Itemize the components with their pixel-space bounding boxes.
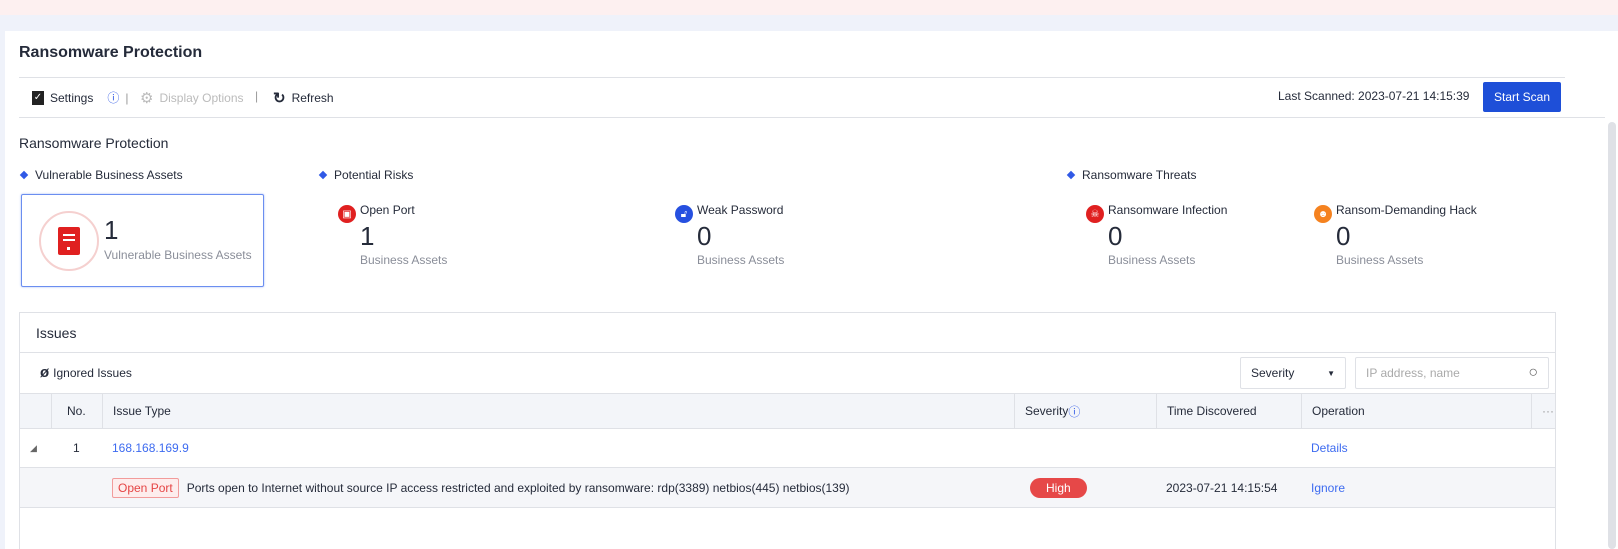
stat-label: Weak Password [697,203,784,217]
row-no: 1 [73,441,80,455]
issues-panel: Issues ø Ignored Issues Severity ▼ IP add… [19,312,1556,549]
expand-col [20,394,51,428]
stat-count: 0 [1336,221,1351,251]
caret-down-icon: ▼ [1327,368,1335,378]
scrollbar[interactable] [1608,122,1616,549]
refresh-icon: ↻ [273,90,286,107]
skull-icon: ☠ [1086,205,1104,223]
details-link[interactable]: Details [1311,441,1348,455]
settings-label: Settings [50,90,94,105]
issue-description: Ports open to Internet without source IP… [186,480,850,495]
start-scan-button[interactable]: Start Scan [1483,82,1561,112]
stat-label: Ransomware Infection [1108,203,1228,217]
settings-button[interactable]: ✓ Settings ⓘ | [32,89,129,106]
diamond-icon [19,170,29,180]
stat-unit: Business Assets [697,253,785,267]
potential-risks-heading: Potential Risks [318,168,414,182]
stat-unit: Business Assets [1108,253,1196,267]
search-icon[interactable]: ○ [1528,364,1538,382]
select-value: Severity [1251,366,1295,380]
ip-link[interactable]: 168.168.169.9 [112,441,189,455]
table-row-child: Open Port Ports open to Internet without … [20,468,1555,508]
settings-icon: ✓ [32,90,44,105]
more-icon[interactable]: ··· [1531,394,1557,428]
stat-count: 0 [697,221,712,251]
table-row: ◢ 1 168.168.169.9 Details [20,429,1555,468]
stat-count: 1 [360,221,375,251]
col-no: No. [51,394,102,428]
divider [19,77,1565,78]
divider [20,352,1555,353]
col-issue-type: Issue Type [102,394,1014,428]
asset-icon-circle [39,211,99,271]
last-scanned: Last Scanned: 2023-07-21 14:15:39 [1278,89,1470,103]
col-severity[interactable]: Severity ⓘ [1014,394,1156,428]
heading-label: Ransomware Threats [1082,168,1197,182]
stat-unit: Business Assets [360,253,448,267]
col-time: Time Discovered [1156,394,1301,428]
gear-icon: ⚙ [140,90,154,107]
ignore-link[interactable]: Ignore [1311,481,1345,495]
severity-badge: High [1030,477,1087,498]
open-port-icon: ▣ [338,205,356,223]
heading-label: Potential Risks [334,168,414,182]
search-input[interactable]: IP address, name ○ [1355,357,1549,389]
refresh-label: Refresh [291,91,334,105]
refresh-button[interactable]: ↻ Refresh [273,89,334,107]
collapse-icon[interactable]: ◢ [20,429,51,467]
vulnerable-heading: Vulnerable Business Assets [19,168,183,182]
section-title: Ransomware Protection [19,135,169,151]
page-title: Ransomware Protection [19,44,203,61]
display-options-button[interactable]: ⚙ Display Options [140,89,244,107]
stat-count: 0 [1108,221,1123,251]
vulnerable-assets-card[interactable]: 1 Vulnerable Business Assets [21,194,264,287]
stat-label: Open Port [360,203,415,217]
display-options-label: Display Options [159,91,244,105]
eye-off-icon: ø [40,364,50,381]
hacker-icon: ☻ [1314,205,1332,223]
threats-heading: Ransomware Threats [1066,168,1197,182]
stat-label: Ransom-Demanding Hack [1336,203,1477,217]
vulnerable-count: 1 [104,215,119,245]
search-placeholder: IP address, name [1366,366,1460,380]
divider [19,117,1605,118]
ignored-label: Ignored Issues [53,365,132,380]
issues-title: Issues [36,325,77,341]
divider-bar: | [255,89,259,103]
stat-unit: Business Assets [1336,253,1424,267]
table-header: No. Issue Type Severity ⓘ Time Discovered… [20,393,1555,429]
heading-label: Vulnerable Business Assets [35,168,183,182]
issue-tag: Open Port [112,477,179,498]
diamond-icon [1066,170,1076,180]
time-discovered: 2023-07-21 14:15:54 [1166,480,1278,495]
info-icon[interactable]: ⓘ [1068,403,1080,420]
unlock-icon: 🔓︎ [675,205,693,223]
severity-select[interactable]: Severity ▼ [1240,357,1346,389]
col-operation: Operation [1301,394,1531,428]
diamond-icon [318,170,328,180]
info-icon[interactable]: ⓘ [107,89,119,106]
ignored-issues-button[interactable]: ø Ignored Issues [40,364,132,381]
alert-banner [0,0,1618,15]
severity-label: Severity [1025,404,1069,418]
vulnerable-label: Vulnerable Business Assets [104,248,252,262]
document-icon [58,227,80,255]
